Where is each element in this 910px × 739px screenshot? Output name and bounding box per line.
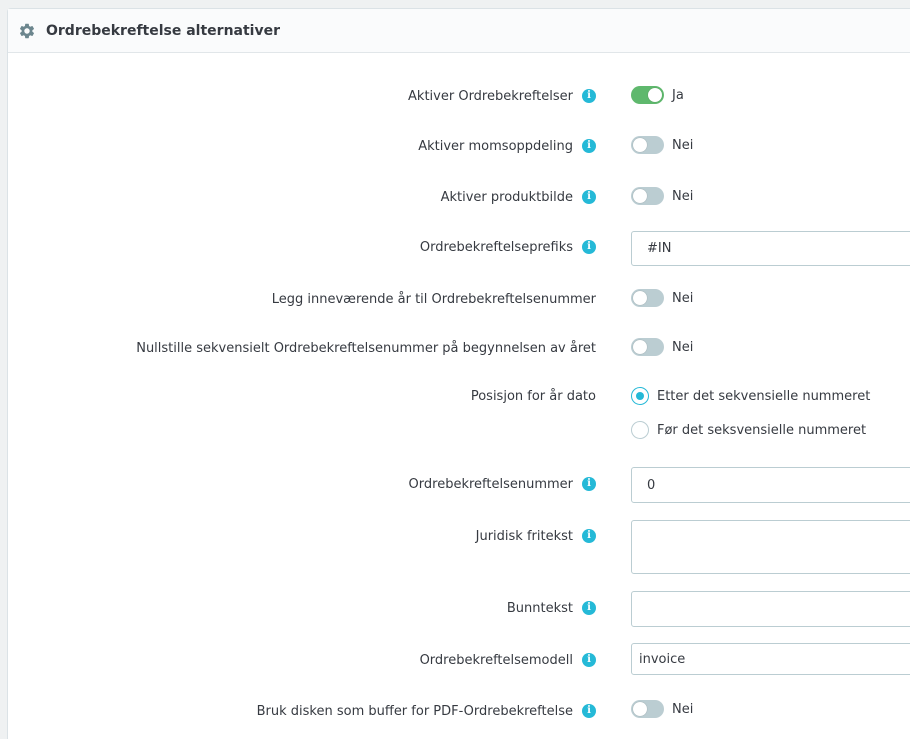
add-current-year-toggle[interactable]: Nei: [631, 289, 693, 307]
disk-cache-toggle[interactable]: Nei: [631, 700, 693, 718]
label-reset-sequence: Nullstille sekvensielt Ordrebekreftelsen…: [136, 340, 596, 356]
enable-invoices-toggle[interactable]: Ja: [631, 86, 684, 104]
radio-option-after[interactable]: Etter det sekvensielle nummeret: [631, 387, 870, 405]
gear-icon: [19, 23, 35, 38]
label-enable-invoices: Aktiver Ordrebekreftelser i: [408, 86, 596, 106]
invoice-options-panel: Ordrebekreftelse alternativer Aktiver Or…: [7, 8, 910, 739]
switch-on[interactable]: [631, 86, 664, 104]
label-invoice-number: Ordrebekreftelsenummer i: [409, 474, 596, 494]
info-icon[interactable]: i: [582, 601, 596, 615]
radio-label-before: Før det seksvensielle nummeret: [657, 422, 867, 438]
switch-off[interactable]: [631, 289, 664, 307]
switch-off[interactable]: [631, 700, 664, 718]
toggle-state-label: Nei: [672, 701, 694, 717]
info-icon[interactable]: i: [582, 529, 596, 543]
info-icon[interactable]: i: [582, 653, 596, 667]
info-icon[interactable]: i: [582, 704, 596, 718]
legal-text-textarea[interactable]: [631, 520, 910, 574]
invoice-number-input[interactable]: 0: [631, 467, 910, 503]
footer-text-input[interactable]: [631, 591, 910, 627]
info-icon[interactable]: i: [582, 190, 596, 204]
toggle-state-label: Nei: [672, 188, 694, 204]
panel-title: Ordrebekreftelse alternativer: [46, 22, 281, 39]
product-image-toggle[interactable]: Nei: [631, 187, 693, 205]
label-disk-cache: Bruk disken som buffer for PDF-Ordrebekr…: [257, 701, 596, 721]
radio-option-before[interactable]: Før det seksvensielle nummeret: [631, 421, 866, 439]
label-product-image: Aktiver produktbilde i: [441, 187, 596, 207]
label-legal-text: Juridisk fritekst i: [476, 526, 596, 546]
label-tax-breakdown: Aktiver momsoppdeling i: [418, 136, 596, 156]
toggle-state-label: Nei: [672, 137, 694, 153]
panel-heading: Ordrebekreftelse alternativer: [8, 9, 910, 53]
reset-sequence-toggle[interactable]: Nei: [631, 338, 693, 356]
switch-off[interactable]: [631, 338, 664, 356]
invoice-prefix-input[interactable]: #IN: [631, 231, 910, 266]
info-icon[interactable]: i: [582, 477, 596, 491]
info-icon[interactable]: i: [582, 139, 596, 153]
radio-button[interactable]: [631, 421, 649, 439]
switch-off[interactable]: [631, 187, 664, 205]
info-icon[interactable]: i: [582, 89, 596, 103]
label-add-current-year: Legg inneværende år til Ordrebekreftelse…: [271, 291, 596, 307]
switch-off[interactable]: [631, 136, 664, 154]
invoice-model-select[interactable]: invoice: [631, 643, 910, 675]
label-invoice-prefix: Ordrebekreftelseprefiks i: [420, 237, 596, 257]
radio-button-checked[interactable]: [631, 387, 649, 405]
label-year-position: Posisjon for år dato: [470, 388, 596, 404]
radio-label-after: Etter det sekvensielle nummeret: [657, 388, 871, 404]
toggle-state-label: Ja: [672, 87, 684, 103]
toggle-state-label: Nei: [672, 339, 694, 355]
label-invoice-model: Ordrebekreftelsemodell i: [420, 650, 596, 670]
info-icon[interactable]: i: [582, 240, 596, 254]
tax-breakdown-toggle[interactable]: Nei: [631, 136, 693, 154]
label-footer-text: Bunntekst i: [507, 598, 596, 618]
toggle-state-label: Nei: [672, 290, 694, 306]
